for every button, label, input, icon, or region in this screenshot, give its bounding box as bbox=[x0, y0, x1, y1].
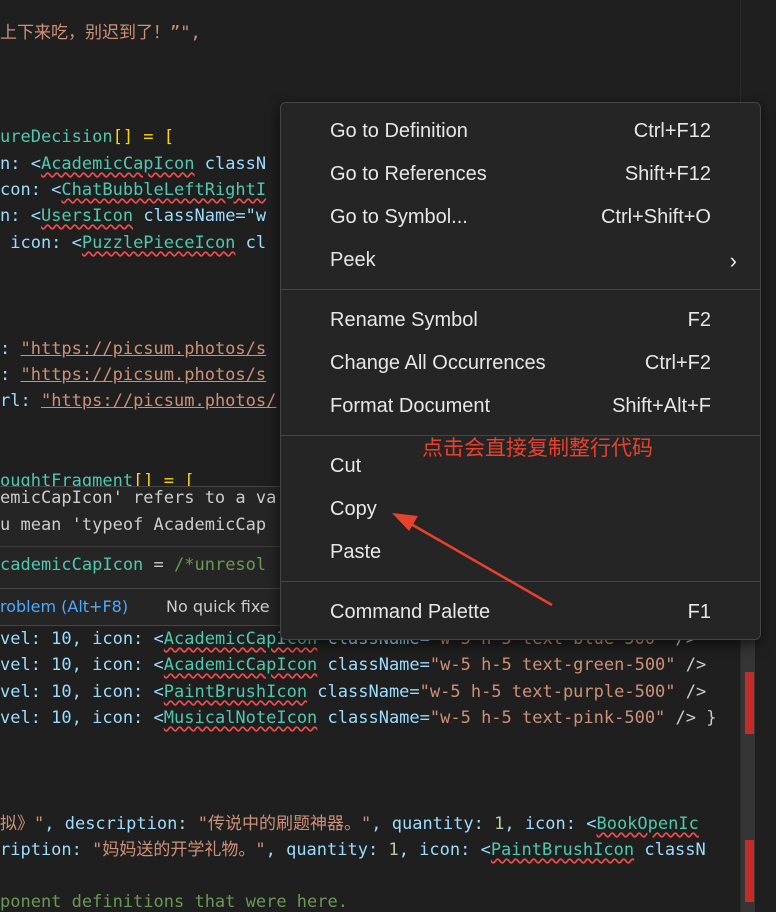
code-line: vel: 10, icon: <PaintBrushIcon className… bbox=[0, 682, 707, 702]
scrollbar-error-marker bbox=[745, 840, 754, 902]
menu-item-peek[interactable]: Peek › bbox=[282, 242, 759, 280]
code-line: 上下来吃，别迟到了！”", bbox=[0, 23, 201, 43]
menu-item-command-palette[interactable]: Command Palette F1 bbox=[282, 594, 759, 632]
menu-item-rename-symbol[interactable]: Rename Symbol F2 bbox=[282, 302, 759, 340]
menu-item-shortcut: Ctrl+F12 bbox=[633, 120, 711, 142]
view-problem-link[interactable]: roblem (Alt+F8) bbox=[0, 597, 128, 616]
code-line: n: <UsersIcon className="w bbox=[0, 206, 267, 226]
menu-item-label: Peek bbox=[330, 249, 376, 271]
menu-item-go-to-definition[interactable]: Go to Definition Ctrl+F12 bbox=[282, 113, 759, 151]
code-line: ription: "妈妈送的开学礼物。", quantity: 1, icon:… bbox=[0, 840, 706, 860]
code-line: icon: <PuzzlePieceIcon cl bbox=[0, 233, 267, 253]
code-line: n: <AcademicCapIcon classN bbox=[0, 154, 267, 174]
menu-item-shortcut: F2 bbox=[687, 309, 711, 331]
menu-item-shortcut: Shift+Alt+F bbox=[612, 395, 711, 417]
menu-separator bbox=[281, 581, 760, 582]
menu-item-shortcut: Ctrl+Shift+O bbox=[600, 206, 711, 228]
menu-item-go-to-references[interactable]: Go to References Shift+F12 bbox=[282, 156, 759, 194]
scrollbar-error-marker bbox=[745, 672, 754, 734]
code-line: rl: "https://picsum.photos/ bbox=[0, 391, 277, 411]
menu-item-label: Go to Symbol... bbox=[330, 206, 468, 228]
menu-item-format-document[interactable]: Format Document Shift+Alt+F bbox=[282, 388, 759, 426]
quick-fix-status: No quick fixe bbox=[166, 597, 270, 616]
menu-item-label: Command Palette bbox=[330, 601, 491, 623]
context-menu: Go to Definition Ctrl+F12 Go to Reference… bbox=[280, 102, 761, 640]
code-line: con: <ChatBubbleLeftRightI bbox=[0, 180, 267, 200]
code-line: ureDecision[] = [ bbox=[0, 127, 175, 147]
hover-divider bbox=[0, 546, 290, 547]
annotation-note: 点击会直接复制整行代码 bbox=[422, 436, 653, 460]
code-line: 拟》", description: "传说中的刷题神器。", quantity:… bbox=[0, 814, 699, 834]
code-line: vel: 10, icon: <AcademicCapIcon classNam… bbox=[0, 655, 707, 675]
menu-separator bbox=[281, 289, 760, 290]
menu-item-shortcut: Ctrl+F2 bbox=[644, 352, 711, 374]
menu-item-shortcut: Shift+F12 bbox=[624, 163, 711, 185]
menu-item-label: Cut bbox=[330, 455, 362, 477]
menu-item-label: Go to References bbox=[330, 163, 487, 185]
menu-item-label: Rename Symbol bbox=[330, 309, 478, 331]
menu-item-copy[interactable]: Copy bbox=[282, 491, 759, 529]
menu-item-label: Copy bbox=[330, 498, 377, 520]
code-line: : "https://picsum.photos/s bbox=[0, 339, 267, 359]
menu-item-shortcut: F1 bbox=[687, 601, 711, 623]
menu-item-go-to-symbol[interactable]: Go to Symbol... Ctrl+Shift+O bbox=[282, 199, 759, 237]
code-line: ponent definitions that were here. bbox=[0, 892, 348, 912]
menu-item-label: Format Document bbox=[330, 395, 491, 417]
menu-item-label: Go to Definition bbox=[330, 120, 468, 142]
menu-item-paste[interactable]: Paste bbox=[282, 534, 759, 572]
menu-item-label: Change All Occurrences bbox=[330, 352, 546, 374]
menu-item-change-all-occurrences[interactable]: Change All Occurrences Ctrl+F2 bbox=[282, 345, 759, 383]
code-line: vel: 10, icon: <MusicalNoteIcon classNam… bbox=[0, 708, 717, 728]
code-line: : "https://picsum.photos/s bbox=[0, 365, 267, 385]
chevron-right-icon: › bbox=[729, 248, 737, 273]
hover-message-line: emicCapIcon' refers to a va bbox=[0, 488, 277, 508]
hover-actions-bar: roblem (Alt+F8) No quick fixe bbox=[0, 588, 290, 625]
hover-message-line: u mean 'typeof AcademicCap bbox=[0, 515, 267, 535]
hover-code-line: cademicCapIcon = /*unresol bbox=[0, 555, 267, 575]
menu-item-label: Paste bbox=[330, 541, 382, 563]
